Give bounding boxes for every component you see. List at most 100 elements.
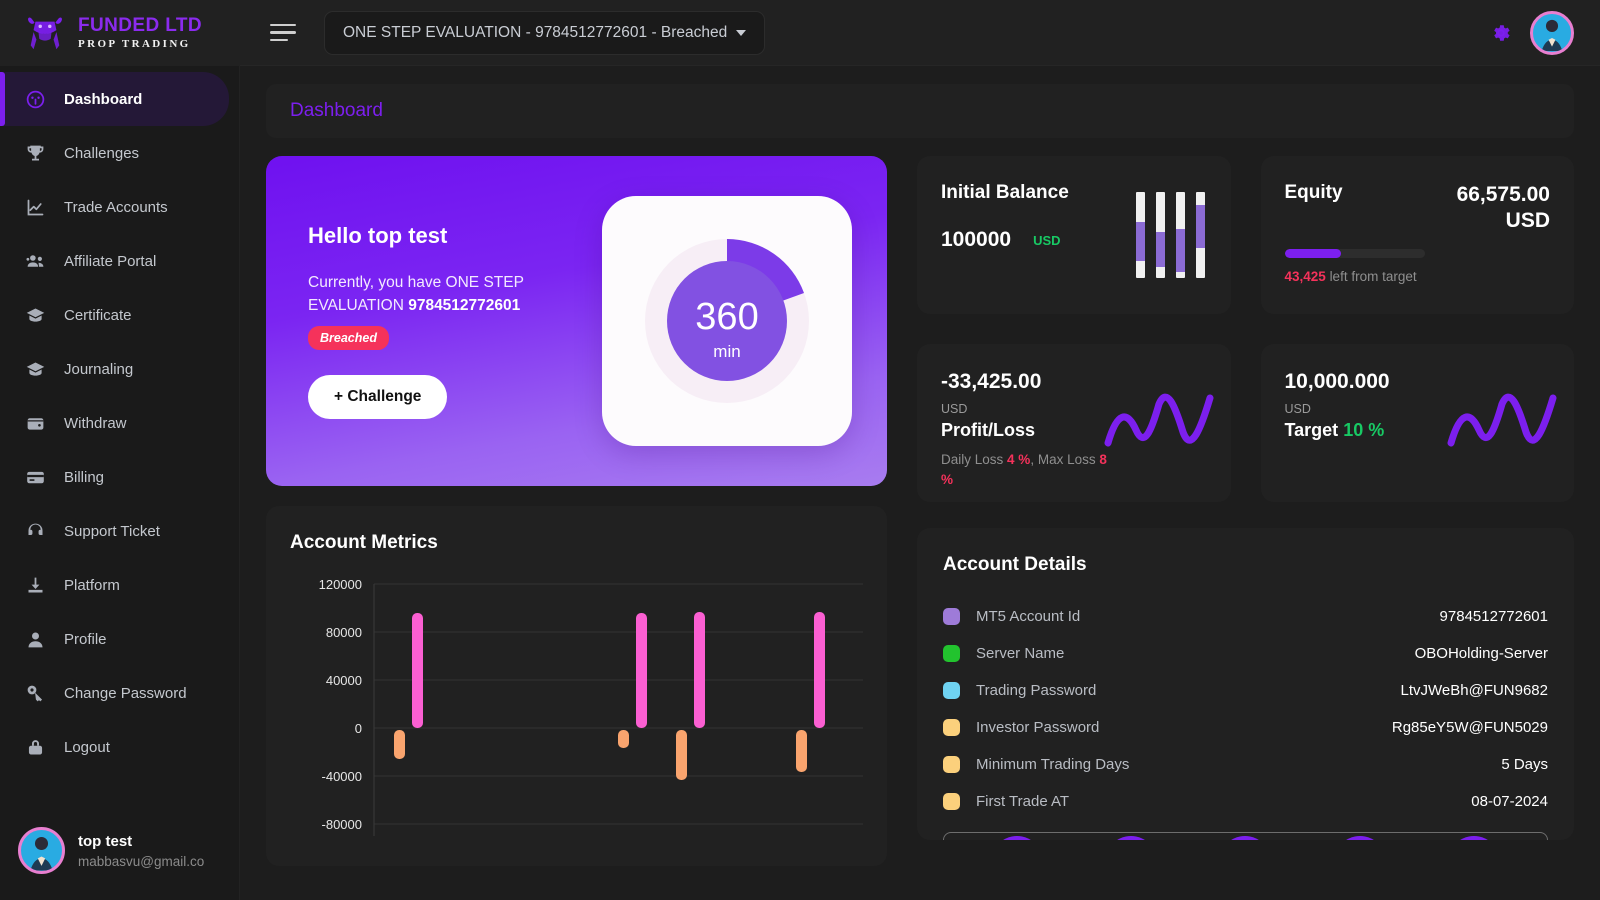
stat-row-top: Initial Balance 100000 USD <box>917 156 1574 314</box>
sidebar-item-withdraw[interactable]: Withdraw <box>0 396 239 450</box>
balance-bar <box>1156 192 1165 278</box>
sidebar-item-label: Change Password <box>64 685 187 702</box>
sparkline-icon <box>1446 388 1558 463</box>
sidebar-item-change-password[interactable]: Change Password <box>0 666 239 720</box>
sidebar-user-profile[interactable]: top test mabbasvu@gmail.co <box>0 813 239 900</box>
target-card: 10,000.000 USD Target 10 % <box>1261 344 1575 502</box>
balance-bar <box>1176 192 1185 278</box>
sparkline-icon <box>1103 388 1215 463</box>
sidebar-item-label: Dashboard <box>64 91 142 108</box>
account-action-buttons <box>943 832 1548 840</box>
sidebar-item-platform[interactable]: Platform <box>0 558 239 612</box>
add-challenge-button[interactable]: + Challenge <box>308 375 447 419</box>
table-row: Trading Password LtvJWeBh@FUN9682 <box>943 672 1548 709</box>
account-details-card: Account Details MT5 Account Id 978451277… <box>917 528 1574 840</box>
graduation-cap-icon <box>24 304 46 326</box>
timer-widget: 360 min <box>602 196 852 446</box>
balance-bar <box>1136 192 1145 278</box>
balance-bar <box>1196 192 1205 278</box>
sidebar-item-support-ticket[interactable]: Support Ticket <box>0 504 239 558</box>
download-icon <box>24 574 46 596</box>
sidebar-user-email: mabbasvu@gmail.co <box>78 854 204 869</box>
daily-loss-value: 4 % <box>1007 452 1030 467</box>
sidebar-item-logout[interactable]: Logout <box>0 720 239 774</box>
account-selector-dropdown[interactable]: ONE STEP EVALUATION - 9784512772601 - Br… <box>324 11 765 55</box>
detail-label: Server Name <box>976 645 1064 662</box>
sidebar-item-label: Platform <box>64 577 120 594</box>
y-tick-label: 120000 <box>319 577 362 592</box>
account-action-button[interactable] <box>1219 836 1271 840</box>
sidebar-item-journaling[interactable]: Journaling <box>0 342 239 396</box>
wallet-icon <box>24 412 46 434</box>
sidebar-item-affiliate-portal[interactable]: Affiliate Portal <box>0 234 239 288</box>
equity-title: Equity <box>1285 182 1343 204</box>
left-column: Hello top test Currently, you have ONE S… <box>266 156 887 866</box>
row-color-dot <box>943 793 960 810</box>
detail-label: Investor Password <box>976 719 1099 736</box>
account-action-button[interactable] <box>991 836 1043 840</box>
hamburger-icon[interactable] <box>270 23 298 43</box>
hero-greeting: Hello top test <box>308 223 596 249</box>
welcome-hero-card: Hello top test Currently, you have ONE S… <box>266 156 887 486</box>
stat-row-bottom: -33,425.00 USD Profit/Loss Daily Loss 4 … <box>917 344 1574 502</box>
chart-line-icon <box>24 196 46 218</box>
dashboard-grid: Hello top test Currently, you have ONE S… <box>266 156 1574 866</box>
graduation-cap-icon <box>24 358 46 380</box>
brand-logo[interactable]: FUNDED LTD PROP TRADING <box>0 0 240 66</box>
sidebar-item-label: Journaling <box>64 361 133 378</box>
timer-value: 360 <box>695 296 758 338</box>
row-color-dot <box>943 645 960 662</box>
credit-card-icon <box>24 466 46 488</box>
balance-bars-indicator <box>1136 192 1205 278</box>
account-metrics-chart: 120000 80000 40000 0 -40000 -80000 <box>290 554 863 854</box>
detail-value: Rg85eY5W@FUN5029 <box>1392 719 1548 736</box>
avatar[interactable] <box>1530 11 1574 55</box>
account-action-button[interactable] <box>1105 836 1157 840</box>
right-column: Initial Balance 100000 USD <box>917 156 1574 866</box>
sidebar-user-name: top test <box>78 833 204 850</box>
account-details-title: Account Details <box>943 554 1548 576</box>
table-row: Investor Password Rg85eY5W@FUN5029 <box>943 709 1548 746</box>
breadcrumb: Dashboard <box>266 84 1574 138</box>
sidebar: Dashboard Challenges Trade Accounts <box>0 66 240 900</box>
sidebar-item-certificate[interactable]: Certificate <box>0 288 239 342</box>
equity-progress-bar <box>1285 249 1425 258</box>
daily-loss-label: Daily Loss <box>941 452 1003 467</box>
hero-account-id: 9784512772601 <box>408 297 520 314</box>
bull-icon <box>22 13 68 53</box>
trophy-icon <box>24 142 46 164</box>
row-color-dot <box>943 682 960 699</box>
sidebar-item-label: Affiliate Portal <box>64 253 156 270</box>
chart-gridlines <box>374 584 863 824</box>
sidebar-item-profile[interactable]: Profile <box>0 612 239 666</box>
sidebar-item-challenges[interactable]: Challenges <box>0 126 239 180</box>
gear-icon[interactable] <box>1490 22 1512 44</box>
account-metrics-card: Account Metrics 120000 80000 40000 0 -40… <box>266 506 887 866</box>
y-tick-label: 0 <box>355 721 362 736</box>
sidebar-item-billing[interactable]: Billing <box>0 450 239 504</box>
target-percent: 10 % <box>1343 420 1384 440</box>
account-selector-label: ONE STEP EVALUATION - 9784512772601 - Br… <box>343 24 727 42</box>
status-badge: Breached <box>308 326 389 350</box>
detail-value: LtvJWeBh@FUN9682 <box>1400 682 1548 699</box>
y-tick-label: -80000 <box>322 817 362 832</box>
table-row: Minimum Trading Days 5 Days <box>943 746 1548 783</box>
app-root: FUNDED LTD PROP TRADING ONE STEP EVALUAT… <box>0 0 1600 900</box>
sidebar-item-trade-accounts[interactable]: Trade Accounts <box>0 180 239 234</box>
hero-account-line: Currently, you have ONE STEP EVALUATION … <box>308 272 596 317</box>
chart-y-axis-labels: 120000 80000 40000 0 -40000 -80000 <box>319 577 362 832</box>
chevron-down-icon <box>736 30 746 36</box>
sidebar-item-label: Profile <box>64 631 107 648</box>
sidebar-item-label: Withdraw <box>64 415 127 432</box>
table-row: First Trade AT 08-07-2024 <box>943 783 1548 820</box>
y-tick-label: 80000 <box>326 625 362 640</box>
detail-value: 9784512772601 <box>1440 608 1548 625</box>
sidebar-item-label: Certificate <box>64 307 132 324</box>
sidebar-item-dashboard[interactable]: Dashboard <box>0 72 229 126</box>
lock-icon <box>24 736 46 758</box>
account-action-button[interactable] <box>1334 836 1386 840</box>
top-bar-controls: ONE STEP EVALUATION - 9784512772601 - Br… <box>240 11 1600 55</box>
account-action-button[interactable] <box>1448 836 1500 840</box>
initial-balance-card: Initial Balance 100000 USD <box>917 156 1231 314</box>
chart-bars-loss <box>394 730 807 780</box>
